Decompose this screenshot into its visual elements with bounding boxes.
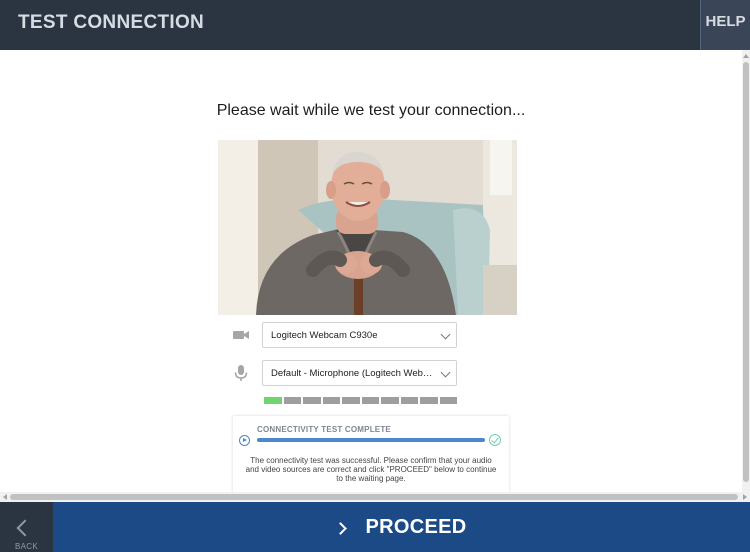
audio-level-segment	[342, 397, 360, 404]
audio-level-segment	[381, 397, 399, 404]
test-result-message: The connectivity test was successful. Pl…	[245, 456, 497, 484]
connectivity-test-card: CONNECTIVITY TEST COMPLETE The connectiv…	[233, 416, 509, 492]
proceed-button[interactable]: PROCEED	[53, 502, 750, 552]
bottom-bar: BACK PROCEED	[0, 502, 750, 552]
page-title: TEST CONNECTION	[18, 12, 205, 33]
microphone-select-value: Default - Microphone (Logitech Webcam C9…	[271, 368, 435, 379]
audio-level-segment	[322, 397, 340, 404]
camera-row: Logitech Webcam C930e	[232, 322, 458, 348]
vertical-scrollbar[interactable]	[742, 50, 750, 492]
camera-preview-image	[218, 140, 517, 315]
back-button[interactable]: BACK	[0, 502, 53, 552]
main-content: Please wait while we test your connectio…	[0, 50, 742, 492]
microphone-row: Default - Microphone (Logitech Webcam C9…	[232, 360, 458, 386]
audio-level-segment	[361, 397, 379, 404]
status-heading: Please wait while we test your connectio…	[216, 102, 526, 119]
test-progress-bar	[257, 438, 485, 442]
camera-preview	[218, 140, 517, 315]
checkmark-icon	[489, 434, 501, 446]
audio-level-segment	[439, 397, 457, 404]
video-camera-icon	[233, 331, 249, 339]
microphone-select[interactable]: Default - Microphone (Logitech Webcam C9…	[262, 360, 457, 386]
vertical-scroll-thumb[interactable]	[743, 62, 749, 482]
audio-level-segment	[420, 397, 438, 404]
back-label: BACK	[15, 542, 38, 551]
play-icon	[239, 435, 250, 446]
audio-level-segment	[264, 397, 282, 404]
audio-level-segment	[283, 397, 301, 404]
audio-level-segment	[400, 397, 418, 404]
chevron-down-icon	[440, 329, 451, 340]
proceed-label: PROCEED	[365, 515, 467, 538]
scroll-right-icon[interactable]	[743, 494, 747, 500]
audio-level-meter	[264, 397, 457, 404]
horizontal-scroll-thumb[interactable]	[10, 494, 738, 500]
chevron-right-icon	[334, 521, 348, 535]
scroll-up-icon[interactable]	[743, 54, 749, 58]
chevron-down-icon	[440, 367, 451, 378]
test-status-title: CONNECTIVITY TEST COMPLETE	[257, 425, 391, 434]
chevron-left-icon	[16, 519, 34, 537]
microphone-icon	[234, 365, 248, 381]
camera-select-value: Logitech Webcam C930e	[271, 330, 378, 341]
top-bar: TEST CONNECTION HELP	[0, 0, 750, 50]
scroll-left-icon[interactable]	[3, 494, 7, 500]
help-button[interactable]: HELP	[700, 0, 750, 50]
audio-level-segment	[303, 397, 321, 404]
horizontal-scrollbar[interactable]	[0, 492, 750, 502]
camera-select[interactable]: Logitech Webcam C930e	[262, 322, 457, 348]
